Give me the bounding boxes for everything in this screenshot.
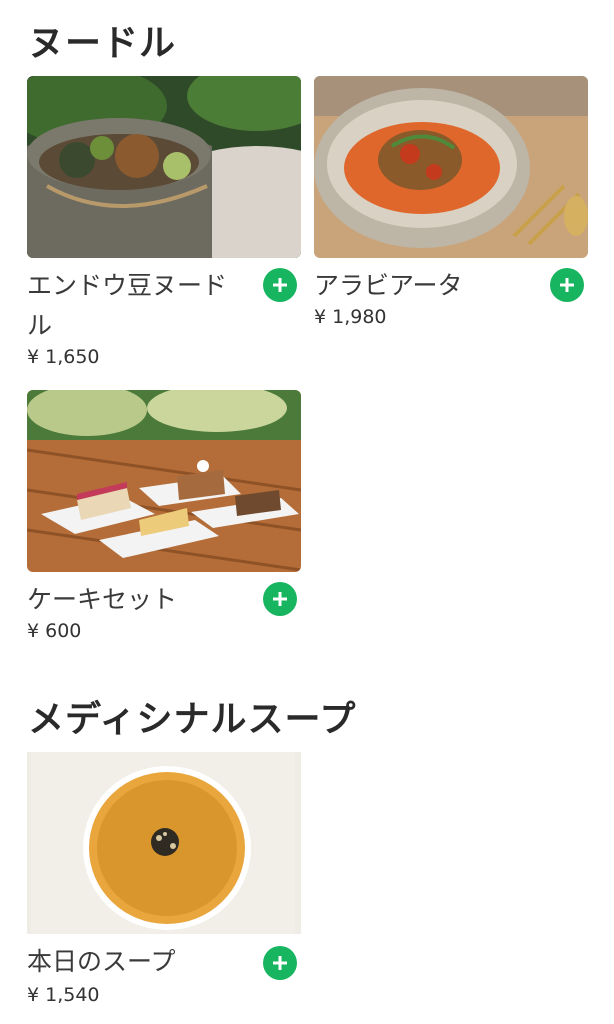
plus-icon: [273, 278, 287, 292]
plus-icon: [273, 956, 287, 970]
plus-icon: [273, 592, 287, 606]
menu-item-photo[interactable]: [27, 390, 301, 572]
add-to-cart-button[interactable]: [263, 946, 297, 980]
menu-item-photo[interactable]: [27, 76, 301, 258]
menu-item-card[interactable]: アラビアータ ¥ 1,980: [314, 76, 588, 346]
menu-item-card[interactable]: 本日のスープ ¥ 1,540: [27, 752, 301, 1024]
menu-item-price: ¥ 1,540: [27, 984, 100, 1006]
add-to-cart-button[interactable]: [550, 268, 584, 302]
menu-item-name: 本日のスープ: [27, 947, 176, 976]
menu-item-price: ¥ 1,650: [27, 346, 100, 368]
menu-item-name: アラビアータ: [314, 271, 463, 300]
section-title-noodle: ヌードル: [28, 23, 177, 64]
add-to-cart-button[interactable]: [263, 582, 297, 616]
menu-item-photo[interactable]: [314, 76, 588, 258]
menu-item-name: ケーキセット: [27, 585, 178, 614]
plus-icon: [560, 278, 574, 292]
menu-item-card[interactable]: エンドウ豆ヌードル ¥ 1,650: [27, 76, 301, 376]
add-to-cart-button[interactable]: [263, 268, 297, 302]
section-title-medicinal-soup: メディシナルスープ: [28, 699, 357, 740]
menu-item-name: エンドウ豆ヌードル: [27, 271, 228, 340]
menu-item-photo[interactable]: [27, 752, 301, 934]
menu-item-price: ¥ 600: [27, 620, 82, 642]
menu-item-card[interactable]: ケーキセット ¥ 600: [27, 390, 301, 650]
menu-item-price: ¥ 1,980: [314, 306, 387, 328]
